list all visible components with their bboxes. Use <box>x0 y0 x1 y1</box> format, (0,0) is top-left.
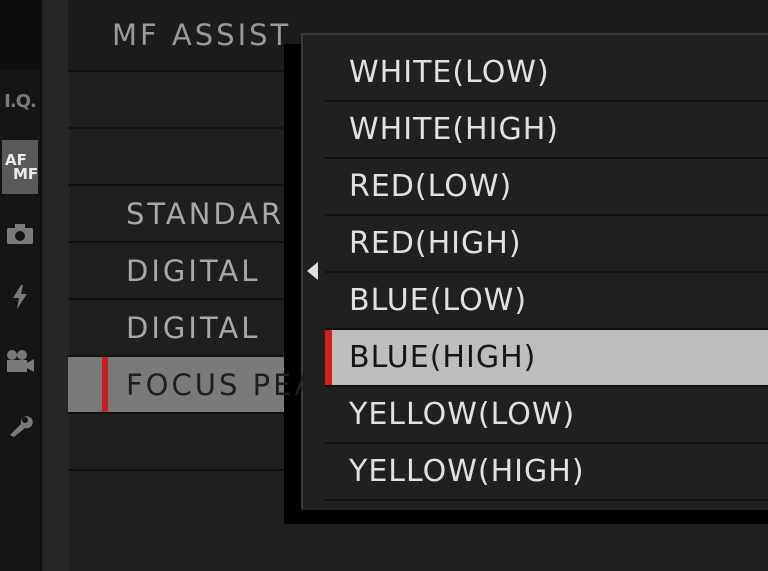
menu-item-label: STANDAR <box>126 196 285 231</box>
option-label: YELLOW(LOW) <box>349 397 576 432</box>
popup-options-list: WHITE(LOW) WHITE(HIGH) RED(LOW) RED(HIGH… <box>325 45 768 501</box>
focus-peak-options-popup: WHITE(LOW) WHITE(HIGH) RED(LOW) RED(HIGH… <box>301 33 768 510</box>
option-yellow-high[interactable]: YELLOW(HIGH) <box>325 444 768 501</box>
option-red-low[interactable]: RED(LOW) <box>325 159 768 216</box>
option-white-low[interactable]: WHITE(LOW) <box>325 45 768 102</box>
tab-image-quality[interactable]: I.Q. <box>2 74 38 128</box>
sidebar: I.Q. AF MF <box>0 0 40 571</box>
tab-flash[interactable] <box>2 270 38 324</box>
image-quality-icon: I.Q. <box>4 90 37 112</box>
sidebar-gutter <box>40 0 70 571</box>
tab-shooting[interactable] <box>2 207 38 261</box>
option-label: YELLOW(HIGH) <box>349 454 585 489</box>
option-white-high[interactable]: WHITE(HIGH) <box>325 102 768 159</box>
menu-item-label: DIGITAL <box>126 253 261 288</box>
menu-title: MF ASSIST <box>112 18 292 52</box>
camera-icon <box>7 224 33 244</box>
option-label: RED(HIGH) <box>349 226 522 261</box>
selection-indicator <box>325 330 332 385</box>
option-label: RED(LOW) <box>349 169 513 204</box>
wrench-icon <box>10 416 33 437</box>
af-mf-icon: AF MF <box>5 153 39 183</box>
option-label: WHITE(HIGH) <box>349 112 559 147</box>
movie-camera-icon <box>7 350 34 372</box>
option-blue-high[interactable]: BLUE(HIGH) <box>325 330 768 387</box>
tab-movie[interactable] <box>2 334 38 388</box>
option-red-high[interactable]: RED(HIGH) <box>325 216 768 273</box>
option-blue-low[interactable]: BLUE(LOW) <box>325 273 768 330</box>
popup-pointer-arrow-icon <box>307 262 318 280</box>
tab-setup[interactable] <box>2 398 38 452</box>
option-label: WHITE(LOW) <box>349 55 550 90</box>
tab-af-mf[interactable]: AF MF <box>2 140 38 194</box>
flash-icon <box>13 285 27 309</box>
option-yellow-low[interactable]: YELLOW(LOW) <box>325 387 768 444</box>
selection-indicator <box>102 357 108 412</box>
mf-label: MF <box>13 165 39 183</box>
menu-item-label: FOCUS PEA <box>126 367 318 402</box>
menu-item-label: DIGITAL <box>126 310 261 345</box>
option-label: BLUE(HIGH) <box>349 340 537 375</box>
option-label: BLUE(LOW) <box>349 283 528 318</box>
sidebar-top <box>0 0 40 70</box>
